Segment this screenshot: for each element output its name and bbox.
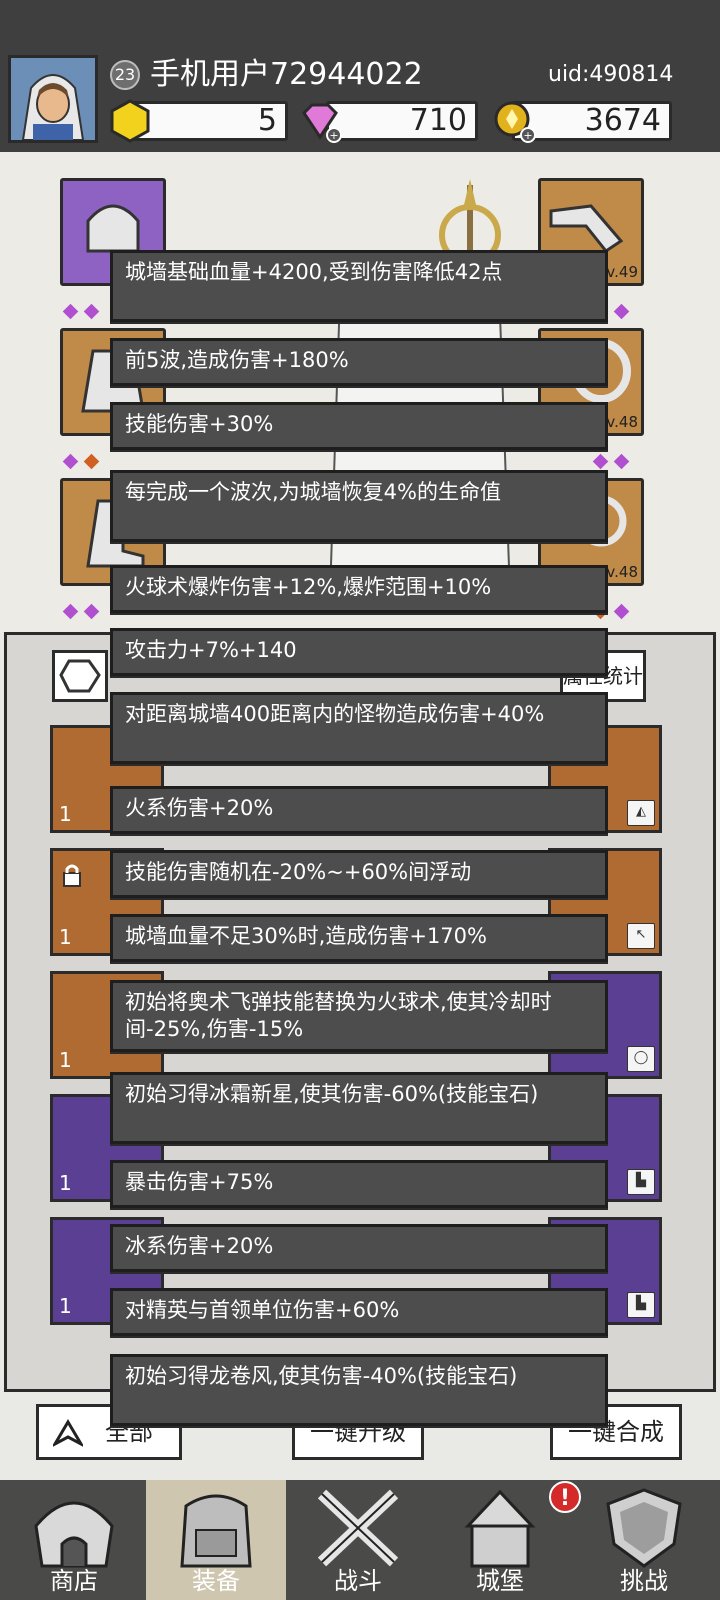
- nav-castle-label: 城堡: [476, 1567, 524, 1595]
- coin-icon[interactable]: +: [492, 99, 536, 143]
- gem-count: 1: [59, 1294, 72, 1318]
- coin-value: 3674: [584, 103, 661, 138]
- lock-icon: [63, 864, 81, 887]
- username: 手机用户72944022: [150, 57, 423, 92]
- gem-icon: [59, 659, 101, 693]
- slot-type-icon: ▙: [627, 1292, 655, 1318]
- gold-resource-box: 5: [132, 101, 288, 141]
- slot-type-icon: ▙: [627, 1169, 655, 1195]
- gem-row: [60, 302, 102, 320]
- gold-value: 5: [257, 103, 277, 138]
- diamond-resource-box: 710: [326, 101, 478, 141]
- gem-count: 1: [59, 1048, 72, 1072]
- crossed-swords-icon: [317, 1489, 399, 1567]
- equip-level: v.48: [606, 563, 638, 581]
- gem-filter-button[interactable]: [52, 650, 108, 702]
- effect-tooltip: 对距离城墙400距离内的怪物造成伤害+40%: [110, 692, 608, 764]
- effect-tooltip: 初始习得龙卷风,使其伤害-40%(技能宝石): [110, 1354, 608, 1426]
- effect-tooltip: 火球术爆炸伤害+12%,爆炸范围+10%: [110, 565, 608, 613]
- nav-battle-label: 战斗: [334, 1567, 382, 1595]
- effect-tooltip: 技能伤害随机在-20%~+60%间浮动: [110, 850, 608, 898]
- slot-type-icon: ◭: [627, 800, 655, 826]
- gem-count: 1: [59, 802, 72, 826]
- effect-tooltip: 对精英与首领单位伤害+60%: [110, 1288, 608, 1336]
- gem-row: [590, 452, 632, 470]
- effect-tooltip: 每完成一个波次,为城墙恢复4%的生命值: [110, 470, 608, 542]
- shield-icon: [606, 1488, 682, 1568]
- hero-figure: [328, 179, 512, 615]
- gem-count: 1: [59, 1171, 72, 1195]
- diamond-icon[interactable]: +: [298, 99, 342, 143]
- gem-count: 1: [59, 925, 72, 949]
- effect-tooltip: 技能伤害+30%: [110, 402, 608, 450]
- nav-shop[interactable]: 商店: [4, 1480, 144, 1600]
- nav-battle[interactable]: 战斗: [288, 1480, 428, 1600]
- gold-hex-icon: [110, 99, 150, 143]
- nav-equipment-label: 装备: [192, 1567, 240, 1595]
- slot-type-icon: ↖: [627, 923, 655, 949]
- level-badge: 23: [110, 60, 140, 90]
- gem-row: [60, 452, 102, 470]
- avatar[interactable]: [8, 55, 98, 143]
- gem-row: [60, 602, 102, 620]
- svg-text:!: !: [560, 1486, 570, 1511]
- nav-castle[interactable]: ! 城堡: [430, 1480, 581, 1600]
- effect-tooltip: 火系伤害+20%: [110, 786, 608, 834]
- effect-tooltip: 攻击力+7%+140: [110, 628, 608, 676]
- backpack-icon: [180, 1494, 252, 1568]
- effect-tooltip: 初始习得冰霜新星,使其伤害-60%(技能宝石): [110, 1072, 608, 1144]
- uid-label: uid:490814: [548, 62, 674, 87]
- effect-tooltip: 城墙基础血量+4200,受到伤害降低42点: [110, 250, 608, 322]
- chevron-up-icon: [53, 1419, 83, 1447]
- coin-resource-box: 3674: [512, 101, 672, 141]
- effect-tooltip: 冰系伤害+20%: [110, 1224, 608, 1272]
- nav-challenge[interactable]: 挑战: [574, 1480, 714, 1600]
- nav-equipment[interactable]: 装备: [146, 1480, 286, 1600]
- effect-tooltip: 暴击伤害+75%: [110, 1160, 608, 1208]
- slot-type-icon: ◯: [627, 1046, 655, 1072]
- nav-challenge-label: 挑战: [620, 1567, 668, 1595]
- diamond-value: 710: [409, 103, 467, 138]
- castle-icon: [464, 1489, 536, 1568]
- nav-shop-label: 商店: [50, 1567, 98, 1595]
- equip-level: v.48: [606, 413, 638, 431]
- bracer-icon: [549, 204, 624, 254]
- effect-tooltip: 初始将奥术飞弹技能替换为火球术,使其冷却时间-25%,伤害-15%: [110, 980, 608, 1052]
- svg-text:+: +: [329, 129, 338, 142]
- effect-tooltip: 城墙血量不足30%时,造成伤害+170%: [110, 914, 608, 962]
- shop-icon: [34, 1501, 114, 1568]
- svg-text:+: +: [523, 129, 532, 142]
- effect-tooltip: 前5波,造成伤害+180%: [110, 338, 608, 386]
- equip-level: v.49: [606, 263, 638, 281]
